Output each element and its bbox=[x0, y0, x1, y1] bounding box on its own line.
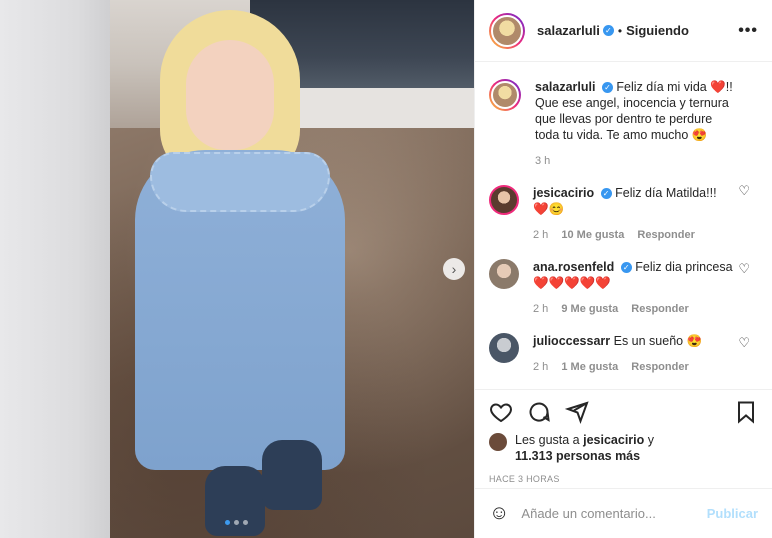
reply-button[interactable]: Responder bbox=[631, 303, 688, 315]
liker-avatar[interactable] bbox=[489, 433, 507, 451]
carousel-dot-active bbox=[225, 520, 230, 525]
caption: salazarluli ✓ Feliz día mi vida ❤️!! Que… bbox=[475, 63, 772, 169]
comment-time: 2 h bbox=[533, 229, 549, 241]
left-boot bbox=[205, 466, 265, 536]
comment-item: jesicacirio ✓ Feliz día Matilda!!! ❤️😊 2… bbox=[475, 169, 772, 243]
comment-item: ana.rosenfeld ✓ Feliz dia princesa ❤️❤️❤… bbox=[475, 243, 772, 317]
bookmark-icon[interactable] bbox=[734, 400, 758, 424]
like-comment-icon[interactable]: ♡ bbox=[738, 261, 750, 277]
commenter-avatar[interactable] bbox=[489, 259, 519, 289]
post-panel: salazarluli ✓ • Siguiendo ••• salazarlul… bbox=[474, 0, 772, 538]
author-avatar[interactable] bbox=[489, 79, 521, 111]
comment-username[interactable]: julioccessarr bbox=[533, 334, 610, 348]
likes-suffix: y bbox=[647, 433, 655, 447]
girl-collar bbox=[150, 152, 330, 212]
carousel-dot bbox=[243, 520, 248, 525]
verified-badge-icon: ✓ bbox=[620, 262, 632, 274]
next-photo-button[interactable]: › bbox=[443, 258, 465, 280]
post-time-ago[interactable]: HACE 3 HORAS bbox=[475, 464, 772, 484]
instagram-post-modal: › salazarluli ✓ • Siguiendo ••• salazarl… bbox=[0, 0, 772, 538]
wall bbox=[0, 0, 110, 538]
comment-likes[interactable]: 10 Me gusta bbox=[561, 229, 624, 241]
author-avatar[interactable] bbox=[489, 12, 525, 49]
reply-button[interactable]: Responder bbox=[631, 361, 688, 373]
author-username[interactable]: salazarluli bbox=[537, 23, 600, 38]
girl-face bbox=[186, 40, 274, 150]
comment-likes[interactable]: 9 Me gusta bbox=[561, 303, 618, 315]
comment-time: 2 h bbox=[533, 303, 549, 315]
caption-username[interactable]: salazarluli bbox=[535, 80, 595, 94]
comment-username[interactable]: ana.rosenfeld bbox=[533, 260, 614, 274]
commenter-avatar[interactable] bbox=[489, 333, 519, 363]
more-icon[interactable]: ••• bbox=[738, 22, 758, 40]
comment-text: Es un sueño 😍 bbox=[613, 334, 703, 348]
share-icon[interactable] bbox=[565, 400, 589, 424]
separator: • bbox=[617, 23, 623, 38]
comment-time: 2 h bbox=[533, 361, 549, 373]
comment-input[interactable] bbox=[521, 506, 707, 521]
publish-button[interactable]: Publicar bbox=[707, 506, 758, 521]
right-boot bbox=[262, 440, 322, 510]
verified-badge-icon: ✓ bbox=[602, 25, 614, 36]
add-comment-bar: ☺ Publicar bbox=[475, 488, 772, 538]
follow-status-button[interactable]: Siguiendo bbox=[626, 23, 689, 38]
like-comment-icon[interactable]: ♡ bbox=[738, 335, 750, 351]
likes-summary: Les gusta a jesicacirio y 11.313 persona… bbox=[475, 424, 772, 464]
emoji-icon[interactable]: ☺ bbox=[489, 502, 509, 525]
verified-badge-icon: ✓ bbox=[601, 82, 613, 94]
carousel-dots bbox=[225, 520, 248, 525]
like-comment-icon[interactable]: ♡ bbox=[738, 183, 750, 199]
post-header: salazarluli ✓ • Siguiendo ••• bbox=[475, 0, 772, 62]
post-photo[interactable]: › bbox=[0, 0, 474, 538]
carousel-dot bbox=[234, 520, 239, 525]
comment-likes[interactable]: 1 Me gusta bbox=[561, 361, 618, 373]
verified-badge-icon: ✓ bbox=[600, 188, 612, 200]
commenter-avatar[interactable] bbox=[489, 185, 519, 215]
comments-list: salazarluli ✓ Feliz día mi vida ❤️!! Que… bbox=[475, 63, 772, 389]
comment-icon[interactable] bbox=[527, 400, 551, 424]
reply-button[interactable]: Responder bbox=[637, 229, 694, 241]
heart-icon[interactable] bbox=[489, 400, 513, 424]
comment-username[interactable]: jesicacirio bbox=[533, 186, 594, 200]
comment-item: julioccessarr Es un sueño 😍 2 h 1 Me gus… bbox=[475, 317, 772, 375]
likes-prefix: Les gusta a bbox=[515, 433, 580, 447]
likes-count[interactable]: 11.313 personas más bbox=[515, 449, 640, 463]
liker-username[interactable]: jesicacirio bbox=[583, 433, 644, 447]
caption-time: 3 h bbox=[535, 155, 551, 167]
action-icons bbox=[475, 390, 772, 424]
chevron-right-icon: › bbox=[451, 261, 457, 277]
